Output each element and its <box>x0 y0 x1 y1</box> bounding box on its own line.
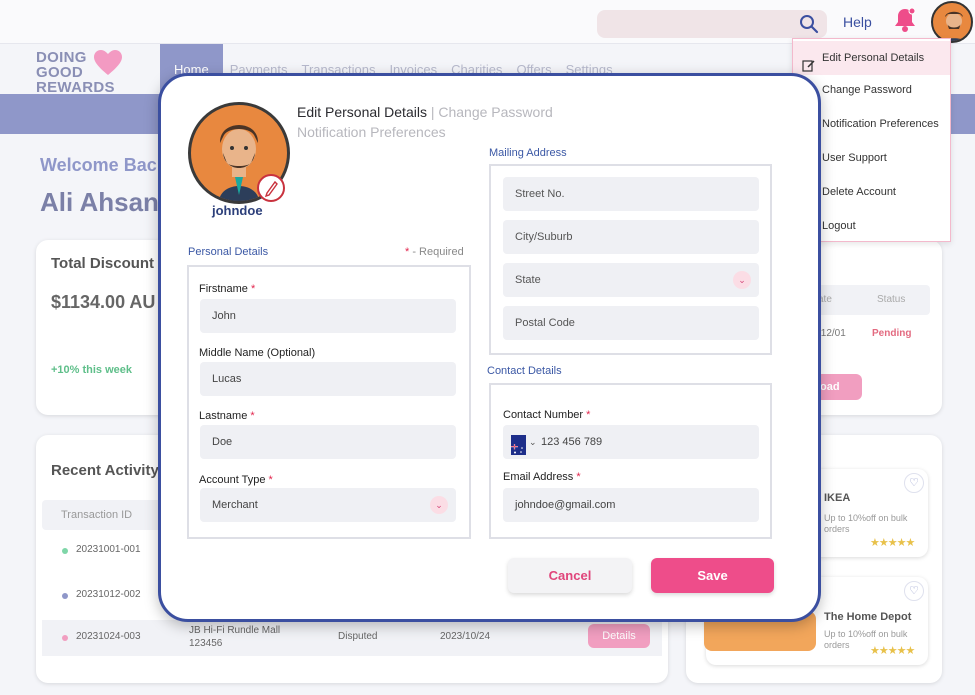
activity-title: Recent Activity <box>51 462 159 479</box>
tab-notification-preferences[interactable]: Notification Preferences <box>297 124 446 140</box>
tab-change-password[interactable]: Change Password <box>438 104 552 120</box>
status-badge: Pending <box>872 328 912 339</box>
rating-stars: ★★★★★ <box>870 537 915 549</box>
email-field[interactable]: johndoe@gmail.com <box>503 488 759 522</box>
discount-title: Total Discount <box>51 255 155 272</box>
modal-tabs: Edit Personal Details | Change Password … <box>297 104 553 140</box>
status-dot <box>62 635 68 641</box>
favorite-heart-icon[interactable]: ♡ <box>904 581 924 601</box>
help-link[interactable]: Help <box>843 14 872 30</box>
postal-code-field[interactable]: Postal Code <box>503 306 759 340</box>
contact-details-box: Contact Number * ⌄ 123 456 789 Email Add… <box>489 383 772 539</box>
chevron-down-icon: ⌄ <box>430 496 448 514</box>
personal-details-box: Firstname * John Middle Name (Optional) … <box>187 265 471 539</box>
search-bar[interactable] <box>597 10 827 38</box>
mailing-address-label: Mailing Address <box>489 147 567 159</box>
rating-stars: ★★★★★ <box>870 645 915 657</box>
discount-value: $1134.00 AU <box>51 292 156 312</box>
mailing-address-box: Street No. City/Suburb State ⌄ Postal Co… <box>489 164 772 355</box>
chevron-down-icon: ⌄ <box>733 271 751 289</box>
cancel-button[interactable]: Cancel <box>508 558 632 593</box>
tab-edit-personal-details[interactable]: Edit Personal Details <box>297 104 427 120</box>
welcome-text: Welcome Back <box>40 155 167 175</box>
australia-flag-icon[interactable] <box>511 435 526 455</box>
status-dot <box>62 593 68 599</box>
pencil-icon <box>259 180 283 204</box>
city-field[interactable]: City/Suburb <box>503 220 759 254</box>
heart-logo-icon <box>94 50 122 79</box>
middlename-field[interactable]: Lucas <box>200 362 456 396</box>
contact-details-label: Contact Details <box>487 365 562 377</box>
edit-avatar-button[interactable] <box>257 174 285 202</box>
status-dot <box>62 548 68 554</box>
state-select[interactable]: State ⌄ <box>503 263 759 297</box>
required-note: * - Required <box>405 246 464 258</box>
bell-icon[interactable] <box>893 6 917 39</box>
details-button[interactable]: Details <box>588 624 650 648</box>
search-icon[interactable] <box>799 14 819 39</box>
lastname-field[interactable]: Doe <box>200 425 456 459</box>
user-name: Ali Ahsan <box>40 187 159 217</box>
menu-item-edit-personal-details[interactable]: Edit Personal Details <box>793 41 950 75</box>
avatar[interactable] <box>931 1 973 43</box>
profile-username: johndoe <box>212 203 263 218</box>
save-button[interactable]: Save <box>651 558 774 593</box>
street-field[interactable]: Street No. <box>503 177 759 211</box>
firstname-field[interactable]: John <box>200 299 456 333</box>
chevron-down-icon[interactable]: ⌄ <box>529 425 537 459</box>
personal-details-label: Personal Details <box>188 246 269 258</box>
table-row[interactable]: 20231024-003 JB Hi-Fi Rundle Mall 123456… <box>42 620 662 656</box>
favorite-heart-icon[interactable]: ♡ <box>904 473 924 493</box>
discount-week: +10% this week <box>51 364 133 376</box>
account-type-select[interactable]: Merchant ⌄ <box>200 488 456 522</box>
contact-number-field[interactable]: ⌄ 123 456 789 <box>503 425 759 459</box>
logo[interactable]: DOING GOOD REWARDS <box>36 50 122 95</box>
edit-profile-modal: johndoe Edit Personal Details | Change P… <box>158 73 821 622</box>
